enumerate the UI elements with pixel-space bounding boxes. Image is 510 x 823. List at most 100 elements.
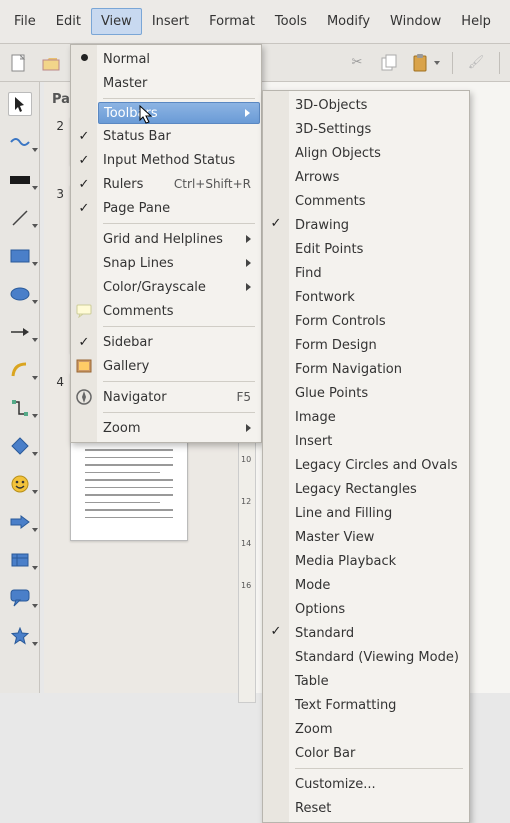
menu-insert[interactable]: Insert — [142, 8, 199, 35]
menuitem-drawing[interactable]: Drawing — [289, 213, 469, 237]
menu-edit[interactable]: Edit — [46, 8, 91, 35]
menuitem-snap-lines[interactable]: Snap Lines — [97, 251, 261, 275]
menuitem-rulers[interactable]: RulersCtrl+Shift+R — [97, 172, 261, 196]
menuitem-media-playback[interactable]: Media Playback — [289, 549, 469, 573]
menu-file[interactable]: File — [4, 8, 46, 35]
rectangle-tool[interactable] — [8, 244, 32, 268]
menuitem-options[interactable]: Options — [289, 597, 469, 621]
callout-tool[interactable] — [8, 586, 32, 610]
menuitem-standard[interactable]: Standard — [289, 621, 469, 645]
arrow-tool[interactable] — [8, 320, 32, 344]
menuitem-label: Standard (Viewing Mode) — [295, 650, 459, 665]
stars-tool[interactable] — [8, 624, 32, 648]
menu-tools[interactable]: Tools — [265, 8, 317, 35]
menu-format[interactable]: Format — [199, 8, 265, 35]
menuitem-comments[interactable]: Comments — [97, 299, 261, 323]
open-button[interactable] — [38, 50, 64, 76]
menuitem-reset[interactable]: Reset — [289, 796, 469, 820]
symbol-shapes-tool[interactable] — [8, 472, 32, 496]
fill-color-tool[interactable] — [8, 168, 32, 192]
menuitem-image[interactable]: Image — [289, 405, 469, 429]
check-icon: ✓ — [71, 124, 97, 148]
menu-view[interactable]: View — [91, 8, 142, 35]
menuitem-label: Edit Points — [295, 242, 459, 257]
menuitem-label: Reset — [295, 801, 459, 816]
format-paintbrush-button[interactable]: 🖌 — [463, 50, 489, 76]
basic-shapes-tool[interactable] — [8, 434, 32, 458]
menuitem-legacy-circles-and-ovals[interactable]: Legacy Circles and Ovals — [289, 453, 469, 477]
paste-button[interactable] — [408, 50, 442, 76]
menuitem-navigator[interactable]: NavigatorF5 — [97, 385, 261, 409]
menuitem-insert[interactable]: Insert — [289, 429, 469, 453]
menuitem-label: Color/Grayscale — [103, 280, 230, 295]
ruler-tick: 12 — [241, 497, 251, 506]
submenu-arrow-icon — [246, 259, 251, 267]
menuitem-line-and-filling[interactable]: Line and Filling — [289, 501, 469, 525]
menuitem-normal[interactable]: Normal — [97, 47, 261, 71]
check-icon: ✓ — [71, 196, 97, 220]
menuitem-form-design[interactable]: Form Design — [289, 333, 469, 357]
menu-separator — [295, 768, 463, 769]
menuitem-zoom[interactable]: Zoom — [289, 717, 469, 741]
menuitem-zoom[interactable]: Zoom — [97, 416, 261, 440]
menuitem-3d-objects[interactable]: 3D-Objects — [289, 93, 469, 117]
menuitem-label: Input Method Status — [103, 153, 251, 168]
pointer-tool[interactable] — [8, 92, 32, 116]
menuitem-label: Mode — [295, 578, 459, 593]
menuitem-mode[interactable]: Mode — [289, 573, 469, 597]
menuitem-master-view[interactable]: Master View — [289, 525, 469, 549]
submenu-arrow-icon — [245, 109, 250, 117]
menuitem-grid-and-helplines[interactable]: Grid and Helplines — [97, 227, 261, 251]
menuitem-label: Form Design — [295, 338, 459, 353]
menuitem-label: Toolbars — [104, 106, 229, 121]
menuitem-table[interactable]: Table — [289, 669, 469, 693]
block-arrows-tool[interactable] — [8, 510, 32, 534]
line-tool[interactable] — [8, 206, 32, 230]
menuitem-label: Image — [295, 410, 459, 425]
menuitem-color-bar[interactable]: Color Bar — [289, 741, 469, 765]
menuitem-text-formatting[interactable]: Text Formatting — [289, 693, 469, 717]
check-icon: ✓ — [263, 619, 289, 643]
menuitem-3d-settings[interactable]: 3D-Settings — [289, 117, 469, 141]
menuitem-align-objects[interactable]: Align Objects — [289, 141, 469, 165]
menu-window[interactable]: Window — [380, 8, 451, 35]
menuitem-comments[interactable]: Comments — [289, 189, 469, 213]
menuitem-form-navigation[interactable]: Form Navigation — [289, 357, 469, 381]
menuitem-toolbars[interactable]: Toolbars — [98, 102, 260, 124]
menuitem-find[interactable]: Find — [289, 261, 469, 285]
toolbar-separator — [499, 52, 500, 74]
cut-button[interactable]: ✂ — [344, 50, 370, 76]
menuitem-status-bar[interactable]: Status Bar — [97, 124, 261, 148]
menu-modify[interactable]: Modify — [317, 8, 380, 35]
menuitem-master[interactable]: Master — [97, 71, 261, 95]
submenu-arrow-icon — [246, 283, 251, 291]
menuitem-form-controls[interactable]: Form Controls — [289, 309, 469, 333]
menuitem-label: Align Objects — [295, 146, 459, 161]
menuitem-customize-[interactable]: Customize... — [289, 772, 469, 796]
menuitem-input-method-status[interactable]: Input Method Status — [97, 148, 261, 172]
line-color-tool[interactable] — [8, 130, 32, 154]
menuitem-fontwork[interactable]: Fontwork — [289, 285, 469, 309]
menuitem-label: Page Pane — [103, 201, 251, 216]
menuitem-glue-points[interactable]: Glue Points — [289, 381, 469, 405]
connector-tool[interactable] — [8, 396, 32, 420]
menuitem-label: Line and Filling — [295, 506, 459, 521]
menuitem-edit-points[interactable]: Edit Points — [289, 237, 469, 261]
flowchart-tool[interactable] — [8, 548, 32, 572]
menuitem-standard-viewing-mode-[interactable]: Standard (Viewing Mode) — [289, 645, 469, 669]
menuitem-gallery[interactable]: Gallery — [97, 354, 261, 378]
new-doc-button[interactable] — [6, 50, 32, 76]
page-number: 3 — [52, 185, 64, 353]
ellipse-tool[interactable] — [8, 282, 32, 306]
menuitem-legacy-rectangles[interactable]: Legacy Rectangles — [289, 477, 469, 501]
menuitem-color-grayscale[interactable]: Color/Grayscale — [97, 275, 261, 299]
menuitem-sidebar[interactable]: Sidebar — [97, 330, 261, 354]
menuitem-label: Find — [295, 266, 459, 281]
menuitem-arrows[interactable]: Arrows — [289, 165, 469, 189]
menuitem-page-pane[interactable]: Page Pane — [97, 196, 261, 220]
menu-help[interactable]: Help — [451, 8, 501, 35]
menuitem-label: Zoom — [295, 722, 459, 737]
copy-button[interactable] — [376, 50, 402, 76]
curve-tool[interactable] — [8, 358, 32, 382]
toolbar-separator — [452, 52, 453, 74]
